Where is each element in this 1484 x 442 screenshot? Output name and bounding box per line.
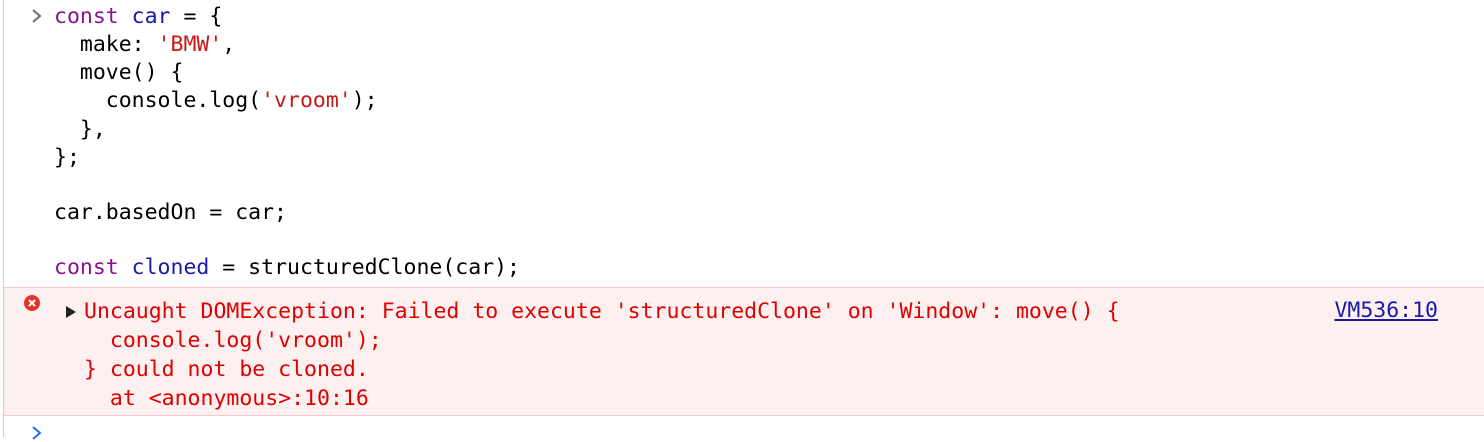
code-token: const — [54, 4, 132, 29]
code-token: car.basedOn = car; — [54, 200, 287, 225]
error-message: Uncaught DOMException: Failed to execute… — [4, 287, 1484, 416]
code-token: cloned — [131, 255, 210, 280]
console-panel: const car = { make: 'BMW', move() { cons… — [3, 0, 1484, 440]
code-line: const car = { — [54, 3, 222, 31]
code-token: const — [54, 255, 132, 280]
error-line-2: console.log('vroom'); — [84, 328, 382, 353]
code-token: 'BMW' — [157, 32, 223, 57]
code-token: }; — [54, 145, 80, 170]
code-token: = structuredClone(car); — [209, 255, 521, 280]
code-token: }, — [54, 117, 106, 142]
code-token: car — [131, 4, 171, 29]
error-stack-line: at <anonymous>:10:16 — [84, 386, 369, 411]
error-circle-icon — [24, 295, 40, 311]
code-line: const cloned = structuredClone(car); — [54, 254, 520, 282]
code-line: }, — [54, 116, 106, 144]
code-line: move() { — [54, 59, 184, 87]
code-line: make: 'BMW', — [54, 31, 235, 59]
code-token: console.log( — [54, 88, 262, 113]
chevron-right-icon — [32, 9, 42, 23]
code-line: }; — [54, 144, 80, 172]
code-token: make: — [54, 32, 158, 57]
code-token: move() { — [54, 60, 184, 85]
code-token: , — [222, 32, 236, 57]
code-token: ); — [351, 88, 378, 113]
source-link[interactable]: VM536:10 — [1334, 299, 1438, 323]
code-token: = { — [170, 4, 223, 29]
code-line: console.log('vroom'); — [54, 87, 378, 115]
input-prompt-icon[interactable] — [30, 424, 44, 442]
code-token: 'vroom' — [261, 88, 352, 113]
error-line-1[interactable]: Uncaught DOMException: Failed to execute… — [84, 298, 1120, 326]
code-line: car.basedOn = car; — [54, 199, 287, 227]
triangle-right-icon[interactable] — [64, 304, 78, 320]
error-line-3: } could not be cloned. — [84, 357, 369, 382]
